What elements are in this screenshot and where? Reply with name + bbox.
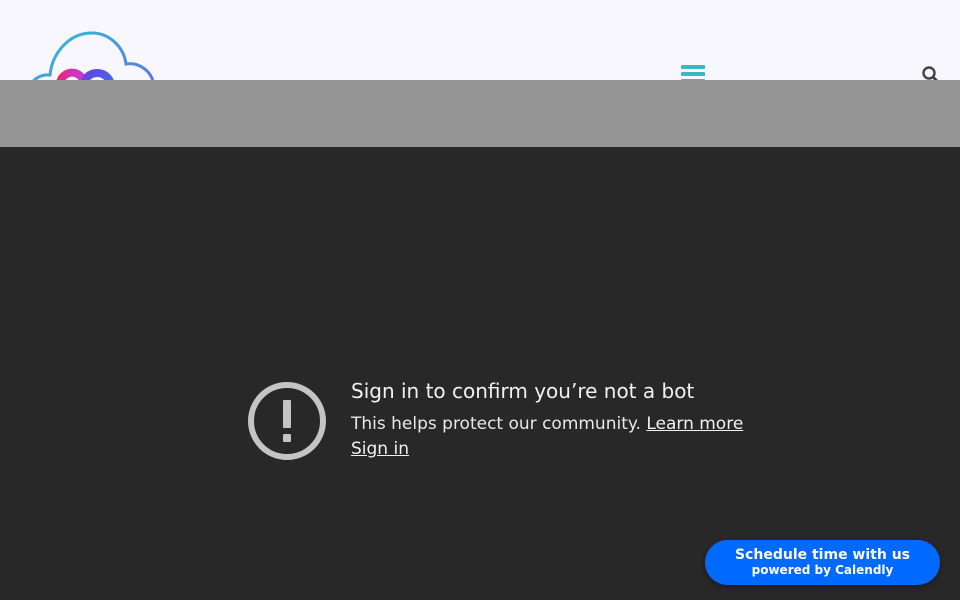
message-body-text: This helps protect our community.: [351, 414, 641, 434]
header-band: [0, 80, 960, 147]
message-body: This helps protect our community. Learn …: [351, 412, 771, 437]
calendly-main-label: Schedule time with us: [734, 547, 910, 563]
site-header: [0, 0, 960, 116]
sign-in-row: Sign in: [351, 437, 771, 462]
message-text: Sign in to confirm you’re not a bot This…: [351, 378, 771, 462]
bot-check-message: Sign in to confirm you’re not a bot This…: [246, 378, 766, 468]
menu-bar: [681, 72, 705, 76]
learn-more-link[interactable]: Learn more: [646, 414, 743, 434]
message-title: Sign in to confirm you’re not a bot: [351, 379, 695, 403]
calendly-schedule-button[interactable]: Schedule time with us powered by Calendl…: [705, 540, 940, 585]
video-embed: [0, 147, 960, 600]
menu-bar: [681, 65, 705, 69]
alert-circle-icon: [246, 380, 328, 462]
calendly-sub-label: powered by Calendly: [751, 563, 894, 577]
sign-in-link[interactable]: Sign in: [351, 439, 409, 459]
